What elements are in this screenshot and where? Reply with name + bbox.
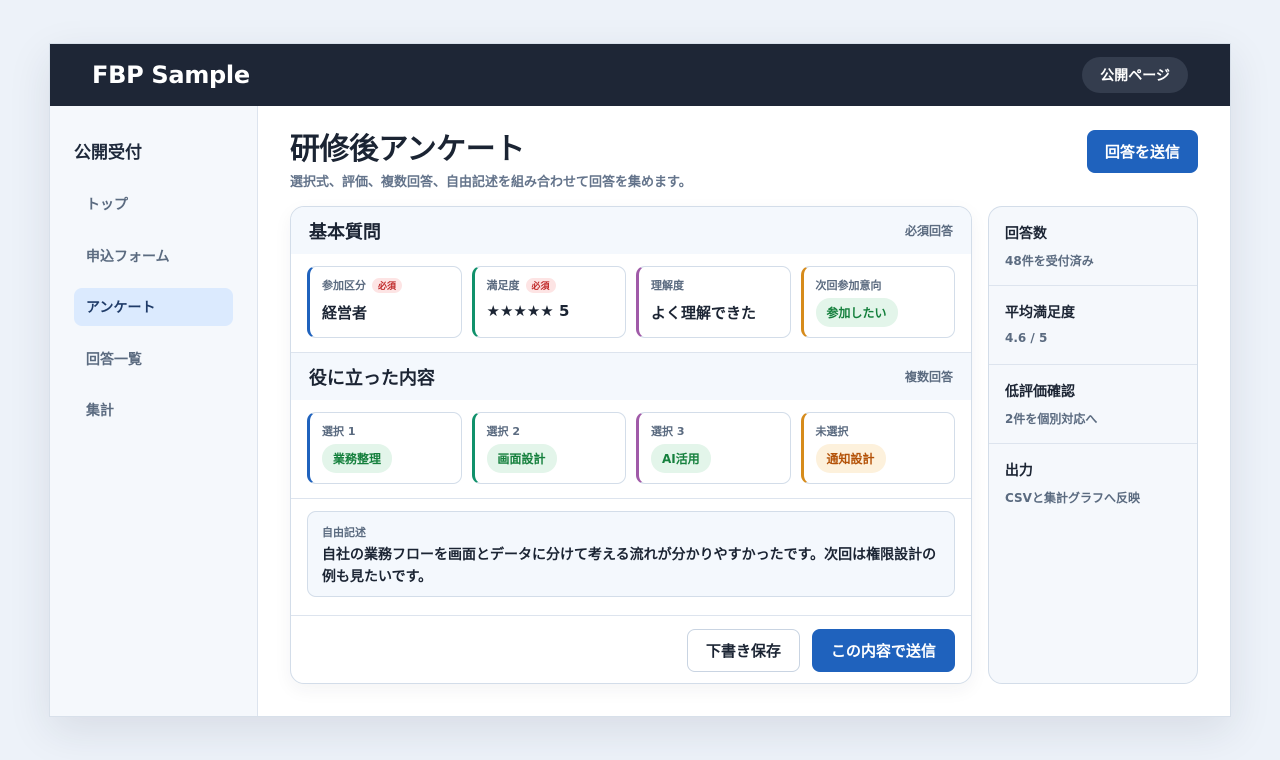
sidebar-item-top[interactable]: トップ	[74, 185, 233, 223]
option-pill: 業務整理	[322, 444, 393, 473]
stat-title: 回答数	[1005, 226, 1047, 242]
question-label: 次回参加意向	[815, 279, 882, 292]
stat-title: 出力	[1005, 463, 1033, 479]
stat-response-count: 回答数 48件を受付済み	[989, 207, 1197, 286]
public-page-button[interactable]: 公開ページ	[1082, 57, 1188, 93]
survey-form-card: 基本質問 必須回答 参加区分 必須 経営者 満足度 必須 ★★★★★ 5 理解度…	[290, 206, 972, 684]
question-value: 経営者	[322, 304, 368, 322]
page-title: 研修後アンケート	[290, 132, 525, 167]
send-button[interactable]: この内容で送信	[812, 629, 955, 672]
option-label: 選択 1	[322, 425, 356, 438]
sidebar: 公開受付 トップ 申込フォーム アンケート 回答一覧 集計	[50, 106, 258, 716]
question-satisfaction[interactable]: 満足度 必須 ★★★★★ 5	[471, 266, 626, 338]
required-badge: 必須	[525, 277, 556, 293]
answer-pill: 参加したい	[815, 298, 898, 327]
main-content: 研修後アンケート 選択式、評価、複数回答、自由記述を組み合わせて回答を集めます。…	[258, 106, 1230, 716]
form-footer: 下書き保存 この内容で送信	[291, 615, 971, 683]
top-bar: FBP Sample 公開ページ	[50, 44, 1230, 106]
option-label: 選択 2	[486, 425, 520, 438]
stat-low-rating: 低評価確認 2件を個別対応へ	[989, 365, 1197, 444]
basic-section-header: 基本質問 必須回答	[291, 207, 971, 254]
sidebar-item-responses[interactable]: 回答一覧	[74, 340, 233, 378]
sidebar-item-survey[interactable]: アンケート	[74, 288, 233, 326]
basic-questions: 参加区分 必須 経営者 満足度 必須 ★★★★★ 5 理解度 よく理解できた 次…	[291, 254, 971, 353]
app-window: FBP Sample 公開ページ 公開受付 トップ 申込フォーム アンケート 回…	[49, 43, 1231, 717]
page-subtitle: 選択式、評価、複数回答、自由記述を組み合わせて回答を集めます。	[290, 175, 692, 190]
stat-title: 平均満足度	[1005, 305, 1075, 321]
sidebar-item-summary[interactable]: 集計	[74, 391, 233, 429]
question-understanding[interactable]: 理解度 よく理解できた	[636, 266, 791, 338]
option-pill: 画面設計	[486, 444, 557, 473]
basic-section-title: 基本質問	[309, 221, 381, 243]
option-card-1[interactable]: 選択 1 業務整理	[307, 412, 462, 484]
sidebar-item-application-form[interactable]: 申込フォーム	[74, 237, 233, 275]
option-label: 選択 3	[651, 425, 685, 438]
useful-section-note: 複数回答	[904, 370, 953, 384]
option-card-unselected[interactable]: 未選択 通知設計	[800, 412, 955, 484]
useful-section-title: 役に立った内容	[309, 367, 435, 389]
free-text-value: 自社の業務フローを画面とデータに分けて考える流れが分かりやすかったです。次回は権…	[322, 547, 937, 585]
stat-title: 低評価確認	[1005, 384, 1075, 400]
stat-value: CSVと集計グラフへ反映	[1005, 491, 1140, 505]
option-pill: 通知設計	[815, 444, 886, 473]
star-rating: ★★★★★ 5	[486, 302, 570, 320]
free-text-label: 自由記述	[322, 526, 366, 539]
useful-options: 選択 1 業務整理 選択 2 画面設計 選択 3 AI活用 未選択 通知設計	[291, 400, 971, 499]
question-label: 理解度	[651, 279, 684, 292]
question-label: 満足度	[486, 279, 520, 292]
free-text-field[interactable]: 自由記述 自社の業務フローを画面とデータに分けて考える流れが分かりやすかったです…	[307, 511, 955, 597]
brand-logo[interactable]: FBP Sample	[92, 61, 250, 89]
question-next-participation[interactable]: 次回参加意向 参加したい	[800, 266, 955, 338]
question-value: よく理解できた	[651, 304, 757, 322]
sidebar-title: 公開受付	[74, 143, 142, 163]
option-card-2[interactable]: 選択 2 画面設計	[471, 412, 626, 484]
stat-output: 出力 CSVと集計グラフへ反映	[989, 444, 1197, 523]
option-pill: AI活用	[651, 444, 711, 473]
option-card-3[interactable]: 選択 3 AI活用	[636, 412, 791, 484]
stat-value: 4.6 / 5	[1005, 331, 1048, 345]
stat-average-satisfaction: 平均満足度 4.6 / 5	[989, 286, 1197, 365]
question-label: 参加区分	[322, 279, 366, 292]
save-draft-button[interactable]: 下書き保存	[687, 629, 800, 672]
useful-section-header: 役に立った内容 複数回答	[291, 353, 971, 400]
question-participant-type[interactable]: 参加区分 必須 経営者	[307, 266, 462, 338]
option-label: 未選択	[815, 425, 849, 438]
stats-panel: 回答数 48件を受付済み 平均満足度 4.6 / 5 低評価確認 2件を個別対応…	[988, 206, 1198, 684]
required-badge: 必須	[372, 277, 403, 293]
submit-answer-button[interactable]: 回答を送信	[1087, 130, 1198, 173]
stat-value: 2件を個別対応へ	[1005, 412, 1098, 426]
basic-section-note: 必須回答	[904, 224, 953, 238]
stat-value: 48件を受付済み	[1005, 254, 1094, 268]
